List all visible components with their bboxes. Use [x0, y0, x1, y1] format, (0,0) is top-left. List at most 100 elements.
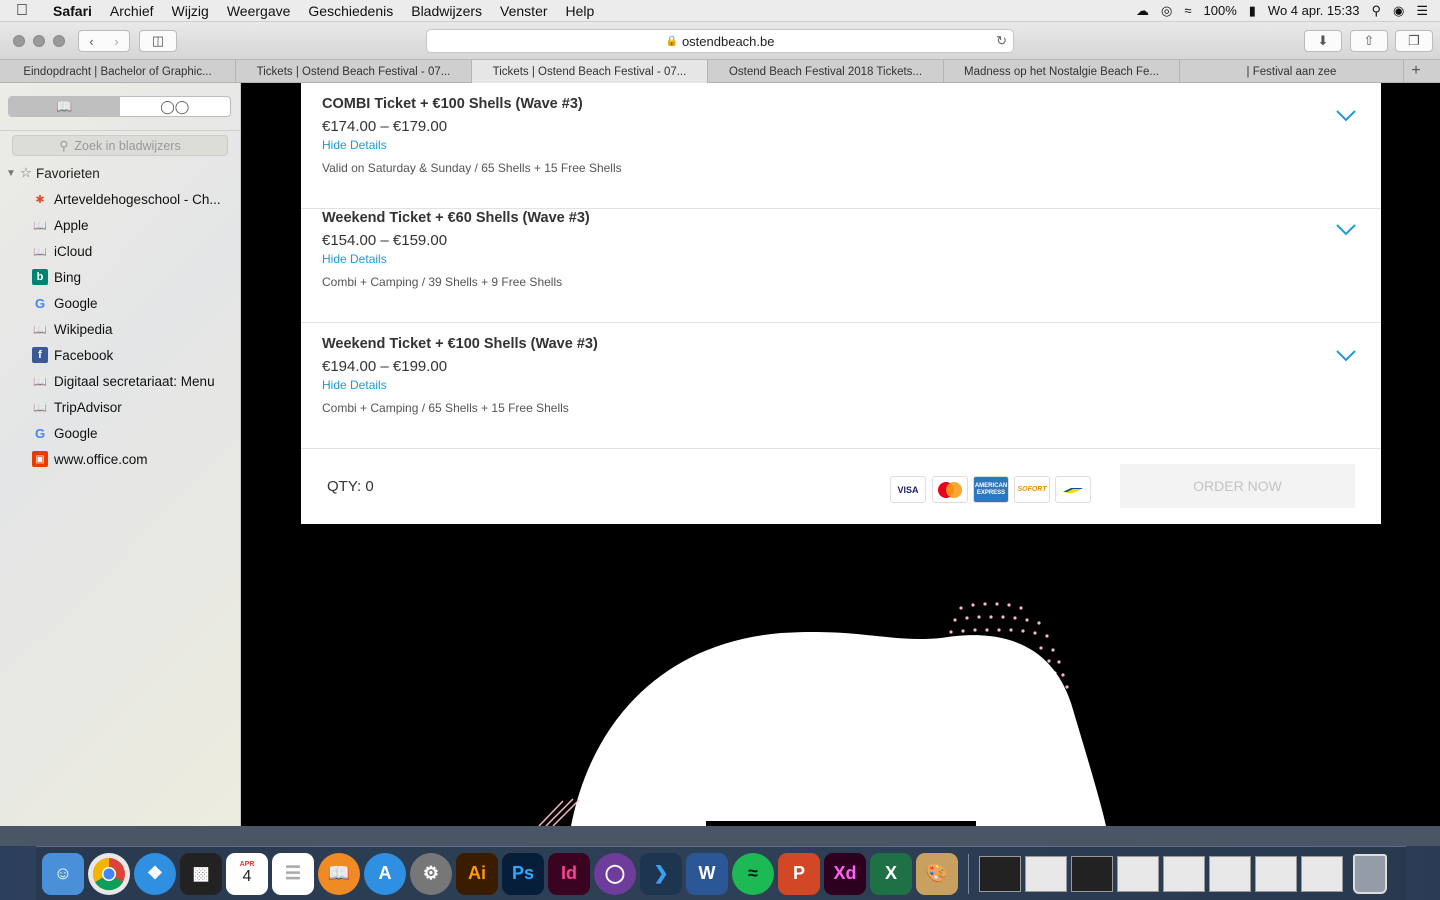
vscode-icon[interactable]: ❯	[640, 852, 682, 895]
bookmark-item[interactable]: 📖 TripAdvisor	[32, 396, 122, 418]
chevron-down-icon[interactable]	[1335, 223, 1357, 237]
hide-details-link[interactable]: Hide Details	[322, 252, 387, 266]
tab-5[interactable]: Madness op het Nostalgie Beach Fe...	[944, 60, 1180, 83]
tab-6[interactable]: | Festival aan zee	[1180, 60, 1404, 83]
bookmark-item[interactable]: ✱ Arteveldehogeschool - Ch...	[32, 188, 220, 210]
calendar-icon[interactable]: APR 4	[226, 852, 268, 895]
downloads-button[interactable]: ⬇	[1304, 30, 1342, 52]
tab-1[interactable]: Eindopdracht | Bachelor of Graphic...	[0, 60, 236, 83]
chevron-down-icon[interactable]	[1335, 109, 1357, 123]
siri-icon[interactable]: ◉	[1393, 3, 1404, 19]
app-store-icon[interactable]: A	[364, 852, 406, 895]
bookmarks-segment[interactable]: 📖	[9, 97, 120, 116]
bookmark-item[interactable]: 📖 Apple	[32, 214, 88, 236]
word-icon[interactable]: W	[686, 852, 728, 895]
zoom-window-button[interactable]	[53, 35, 65, 47]
bookmark-item[interactable]: f Facebook	[32, 344, 113, 366]
reading-list-segment[interactable]: ◯◯	[120, 97, 231, 116]
ticket-name: COMBI Ticket + €100 Shells (Wave #3)	[322, 96, 583, 112]
dock: ☺ ❖ ▩ APR 4 ☰ 📖 A ⚙ Ai Ps Id ◯ ❯ W ≈ P X…	[36, 846, 1406, 900]
illustrator-icon[interactable]: Ai	[456, 852, 498, 895]
wifi-icon[interactable]: ≈	[1184, 3, 1191, 18]
menu-help[interactable]: Help	[557, 3, 604, 19]
order-now-button[interactable]: ORDER NOW	[1120, 464, 1355, 508]
bookmark-item[interactable]: G Google	[32, 422, 98, 444]
github-icon[interactable]: ◯	[594, 852, 636, 895]
spotify-icon[interactable]: ≈	[732, 852, 774, 895]
minimized-window-thumbnail[interactable]	[1025, 855, 1067, 892]
battery-percent[interactable]: 100%	[1204, 3, 1237, 18]
powerpoint-icon[interactable]: P	[778, 852, 820, 895]
apple-icon[interactable]: 	[0, 2, 44, 20]
sidebar-toggle-button[interactable]: ◫	[139, 30, 177, 52]
menu-bladwijzers[interactable]: Bladwijzers	[402, 3, 491, 19]
minimized-window-thumbnail[interactable]	[1301, 855, 1343, 892]
office-icon: ▣	[32, 451, 48, 467]
chevron-down-icon[interactable]	[1335, 349, 1357, 363]
excel-icon[interactable]: X	[870, 852, 912, 895]
forward-icon[interactable]: ›	[114, 34, 118, 49]
minimized-window-thumbnail[interactable]	[1255, 855, 1297, 892]
photoshop-icon[interactable]: Ps	[502, 852, 544, 895]
minimized-window-thumbnail[interactable]	[1163, 855, 1205, 892]
ibooks-icon[interactable]: 📖	[318, 852, 360, 895]
close-window-button[interactable]	[13, 35, 25, 47]
favorites-header[interactable]: ▼ ☆ Favorieten	[6, 165, 100, 181]
bookmark-search-field[interactable]: ⚲ Zoek in bladwijzers	[12, 135, 228, 156]
system-preferences-icon[interactable]: ⚙	[410, 852, 452, 895]
menu-wijzig[interactable]: Wijzig	[163, 3, 218, 19]
finder-icon[interactable]: ☺	[42, 852, 84, 895]
trash-icon[interactable]	[1353, 853, 1387, 894]
bookmark-item[interactable]: b Bing	[32, 266, 81, 288]
lock-icon: 🔒	[665, 35, 678, 47]
xd-icon[interactable]: Xd	[824, 852, 866, 895]
quantity-label: QTY: 0	[327, 478, 374, 495]
new-tab-button[interactable]: +	[1404, 60, 1428, 82]
bookmark-item[interactable]: 📖 iCloud	[32, 240, 92, 262]
tabs-icon: ❐	[1408, 33, 1420, 48]
minimized-window-thumbnail[interactable]	[1209, 855, 1251, 892]
dock-area: ☺ ❖ ▩ APR 4 ☰ 📖 A ⚙ Ai Ps Id ◯ ❯ W ≈ P X…	[0, 826, 1440, 900]
activity-monitor-icon[interactable]: ▩	[180, 852, 222, 895]
bookmark-item[interactable]: G Google	[32, 292, 98, 314]
creative-cloud-icon[interactable]: ☁	[1136, 3, 1149, 19]
vpn-icon[interactable]: ◎	[1161, 3, 1172, 19]
hide-details-link[interactable]: Hide Details	[322, 138, 387, 152]
tab-4[interactable]: Ostend Beach Festival 2018 Tickets...	[708, 60, 944, 83]
clock[interactable]: Wo 4 apr. 15:33	[1268, 3, 1360, 18]
menu-venster[interactable]: Venster	[491, 3, 556, 19]
hide-details-link[interactable]: Hide Details	[322, 378, 387, 392]
tab-overview-button[interactable]: ❐	[1395, 30, 1433, 52]
address-bar[interactable]: 🔒 ostendbeach.be ↻	[426, 29, 1014, 53]
minimize-window-button[interactable]	[33, 35, 45, 47]
bookmark-item[interactable]: 📖 Wikipedia	[32, 318, 112, 340]
tab-2[interactable]: Tickets | Ostend Beach Festival - 07...	[236, 60, 472, 83]
calendar-day: 4	[242, 868, 252, 885]
minimized-window-thumbnail[interactable]	[1117, 855, 1159, 892]
minimized-window-thumbnail[interactable]	[1071, 855, 1113, 892]
reload-icon[interactable]: ↻	[996, 33, 1007, 49]
ticket-description: Valid on Saturday & Sunday / 65 Shells +…	[322, 161, 622, 175]
spotlight-search-icon[interactable]: ⚲	[1371, 3, 1381, 19]
back-icon[interactable]: ‹	[89, 34, 93, 49]
notification-center-icon[interactable]: ☰	[1416, 3, 1428, 19]
bookmark-item[interactable]: ▣ www.office.com	[32, 448, 148, 470]
chrome-icon[interactable]	[88, 852, 130, 895]
disclosure-triangle-icon[interactable]: ▼	[6, 168, 16, 179]
menu-weergave[interactable]: Weergave	[218, 3, 300, 19]
tab-3-active[interactable]: Tickets | Ostend Beach Festival - 07...	[472, 60, 708, 83]
indesign-icon[interactable]: Id	[548, 852, 590, 895]
bookmark-item[interactable]: 📖 Digitaal secretariaat: Menu	[32, 370, 214, 392]
menu-bar:  Safari Archief Wijzig Weergave Geschie…	[0, 0, 1440, 22]
menu-app-name[interactable]: Safari	[44, 3, 101, 19]
battery-icon[interactable]: ▮	[1249, 3, 1256, 19]
reminders-icon[interactable]: ☰	[272, 852, 314, 895]
arteveldehogeschool-icon: ✱	[35, 193, 45, 206]
minimized-window-thumbnail[interactable]	[979, 855, 1021, 892]
menu-geschiedenis[interactable]: Geschiedenis	[299, 3, 402, 19]
safari-icon[interactable]: ❖	[134, 852, 176, 895]
share-button[interactable]: ⇧	[1350, 30, 1388, 52]
menu-archief[interactable]: Archief	[101, 3, 163, 19]
paintbrush-icon[interactable]: 🎨	[916, 852, 958, 895]
book-icon: 📖	[56, 98, 73, 114]
